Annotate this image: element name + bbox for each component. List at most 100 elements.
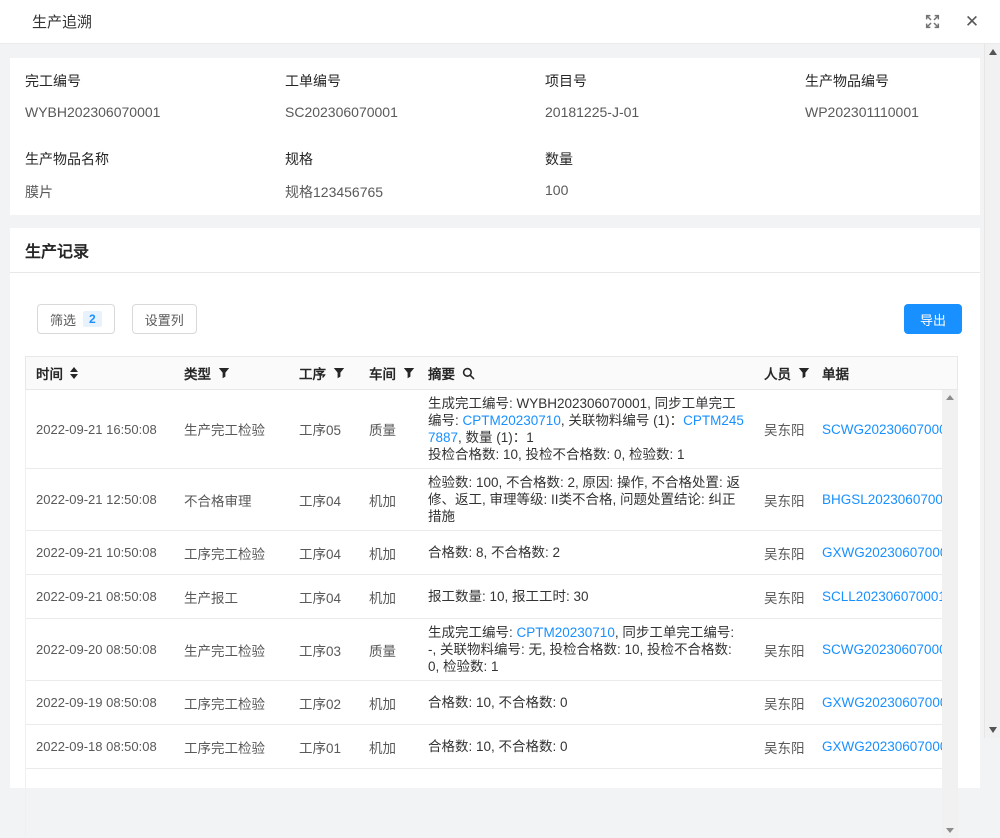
fullscreen-button[interactable]	[923, 13, 941, 31]
cell-doc: GXWG202306070002	[822, 695, 944, 710]
cell-process: 工序02	[299, 693, 369, 713]
cell-person: 吴东阳	[754, 640, 822, 660]
doc-link[interactable]: SCWG202306070001	[822, 422, 944, 437]
filter-count-badge: 2	[83, 311, 102, 327]
header-time-label: 时间	[36, 363, 63, 383]
cell-process: 工序05	[299, 419, 369, 439]
scroll-up-arrow-icon[interactable]	[989, 49, 997, 55]
field-label: 规格	[285, 149, 545, 169]
cell-type: 生产完工检验	[184, 419, 299, 439]
header-person-label: 人员	[764, 363, 791, 383]
filter-icon[interactable]	[798, 367, 810, 379]
header-process[interactable]: 工序	[299, 363, 369, 383]
filter-icon[interactable]	[333, 367, 345, 379]
window-controls: ✕	[923, 13, 981, 31]
export-button[interactable]: 导出	[904, 304, 962, 334]
records-toolbar: 筛选 2 设置列 导出	[37, 304, 962, 334]
cell-time: 2022-09-21 10:50:08	[26, 545, 184, 560]
doc-link[interactable]: SCWG202306070002	[822, 642, 944, 657]
summary-link[interactable]: CPTM20230710	[517, 625, 615, 640]
info-field-product-name: 生产物品名称 膜片	[25, 149, 285, 202]
header-type[interactable]: 类型	[184, 363, 299, 383]
field-label: 生产物品名称	[25, 149, 285, 169]
header-workshop[interactable]: 车间	[369, 363, 428, 383]
doc-link[interactable]: SCLL202306070001	[822, 589, 944, 604]
field-value: 膜片	[25, 182, 285, 202]
page-scrollbar[interactable]	[984, 44, 1000, 738]
info-field-spec: 规格 规格123456765	[285, 149, 545, 202]
field-label: 项目号	[545, 71, 805, 91]
cell-time: 2022-09-19 08:50:08	[26, 695, 184, 710]
table-row: 2022-09-19 08:50:08工序完工检验工序02机加合格数: 10, …	[26, 681, 944, 725]
cell-summary: 合格数: 10, 不合格数: 0	[428, 738, 754, 755]
field-value: SC202306070001	[285, 104, 545, 120]
info-field-project-no: 项目号 20181225-J-01	[545, 71, 805, 120]
column-settings-label: 设置列	[145, 310, 184, 329]
cell-summary: 生成完工编号: CPTM20230710, 同步工单完工编号: -, 关联物料编…	[428, 624, 754, 675]
cell-process: 工序04	[299, 587, 369, 607]
table-row: 2022-09-21 08:50:08生产报工工序04机加报工数量: 10, 报…	[26, 575, 944, 619]
records-section-title: 生产记录	[10, 228, 980, 273]
cell-type: 生产完工检验	[184, 640, 299, 660]
doc-link[interactable]: GXWG202306070002	[822, 695, 944, 710]
table-row: 2022-09-18 08:50:08工序完工检验工序01机加合格数: 10, …	[26, 725, 944, 769]
doc-link[interactable]: BHGSL202306070001	[822, 492, 944, 507]
cell-workshop: 机加	[369, 737, 428, 757]
field-value: WYBH202306070001	[25, 104, 285, 120]
cell-workshop: 机加	[369, 490, 428, 510]
info-field-product-no: 生产物品编号 WP202301110001	[805, 71, 985, 120]
close-button[interactable]: ✕	[963, 13, 981, 31]
table-body-rows: 2022-09-21 16:50:08生产完工检验工序05质量生成完工编号: W…	[26, 390, 944, 769]
cell-time: 2022-09-18 08:50:08	[26, 739, 184, 754]
scroll-down-arrow-icon[interactable]	[989, 727, 997, 733]
table-scroll-down-arrow-icon[interactable]	[946, 828, 954, 833]
field-label: 工单编号	[285, 71, 545, 91]
header-doc-label: 单据	[822, 363, 849, 383]
field-label: 数量	[545, 149, 805, 169]
filter-icon[interactable]	[403, 367, 415, 379]
cell-person: 吴东阳	[754, 737, 822, 757]
table-row: 2022-09-21 10:50:08工序完工检验工序04机加合格数: 8, 不…	[26, 531, 944, 575]
table-body: 2022-09-21 16:50:08生产完工检验工序05质量生成完工编号: W…	[25, 390, 958, 838]
cell-doc: SCWG202306070002	[822, 642, 944, 657]
field-value: 20181225-J-01	[545, 104, 805, 120]
header-summary-label: 摘要	[428, 363, 455, 383]
doc-link[interactable]: GXWG202306070001	[822, 545, 944, 560]
cell-person: 吴东阳	[754, 543, 822, 563]
table-scrollbar[interactable]	[942, 390, 957, 838]
filter-button[interactable]: 筛选 2	[37, 304, 115, 334]
production-info-panel: 完工编号 WYBH202306070001 工单编号 SC20230607000…	[10, 58, 980, 215]
cell-process: 工序04	[299, 490, 369, 510]
header-summary[interactable]: 摘要	[428, 363, 754, 383]
export-button-label: 导出	[920, 310, 946, 329]
filter-button-label: 筛选	[50, 310, 76, 329]
dialog-title: 生产追溯	[32, 11, 92, 32]
table-scroll-up-arrow-icon[interactable]	[946, 395, 954, 400]
summary-link[interactable]: CPTM20230710	[463, 413, 561, 428]
column-settings-button[interactable]: 设置列	[132, 304, 197, 334]
info-field-finish-no: 完工编号 WYBH202306070001	[25, 71, 285, 120]
cell-time: 2022-09-20 08:50:08	[26, 642, 184, 657]
sort-icon[interactable]	[70, 367, 78, 379]
doc-link[interactable]: GXWG202306070003	[822, 739, 944, 754]
cell-summary: 合格数: 10, 不合格数: 0	[428, 694, 754, 711]
cell-type: 生产报工	[184, 587, 299, 607]
cell-time: 2022-09-21 08:50:08	[26, 589, 184, 604]
cell-summary: 生成完工编号: WYBH202306070001, 同步工单完工编号: CPTM…	[428, 395, 754, 463]
cell-summary: 报工数量: 10, 报工工时: 30	[428, 588, 754, 605]
search-icon[interactable]	[462, 367, 475, 380]
header-workshop-label: 车间	[369, 363, 396, 383]
field-value: WP202301110001	[805, 104, 985, 120]
cell-person: 吴东阳	[754, 693, 822, 713]
table-row: 2022-09-21 16:50:08生产完工检验工序05质量生成完工编号: W…	[26, 390, 944, 469]
header-person[interactable]: 人员	[754, 363, 822, 383]
header-process-label: 工序	[299, 363, 326, 383]
cell-workshop: 机加	[369, 693, 428, 713]
table-header-row: 时间 类型 工序 车间 摘要	[25, 356, 958, 390]
production-records-panel: 生产记录 筛选 2 设置列 导出 时间 类型 工序	[10, 228, 980, 788]
table-row: 2022-09-20 08:50:08生产完工检验工序03质量生成完工编号: C…	[26, 619, 944, 681]
header-time[interactable]: 时间	[26, 363, 184, 383]
filter-icon[interactable]	[218, 367, 230, 379]
cell-process: 工序03	[299, 640, 369, 660]
cell-doc: SCWG202306070001	[822, 422, 944, 437]
